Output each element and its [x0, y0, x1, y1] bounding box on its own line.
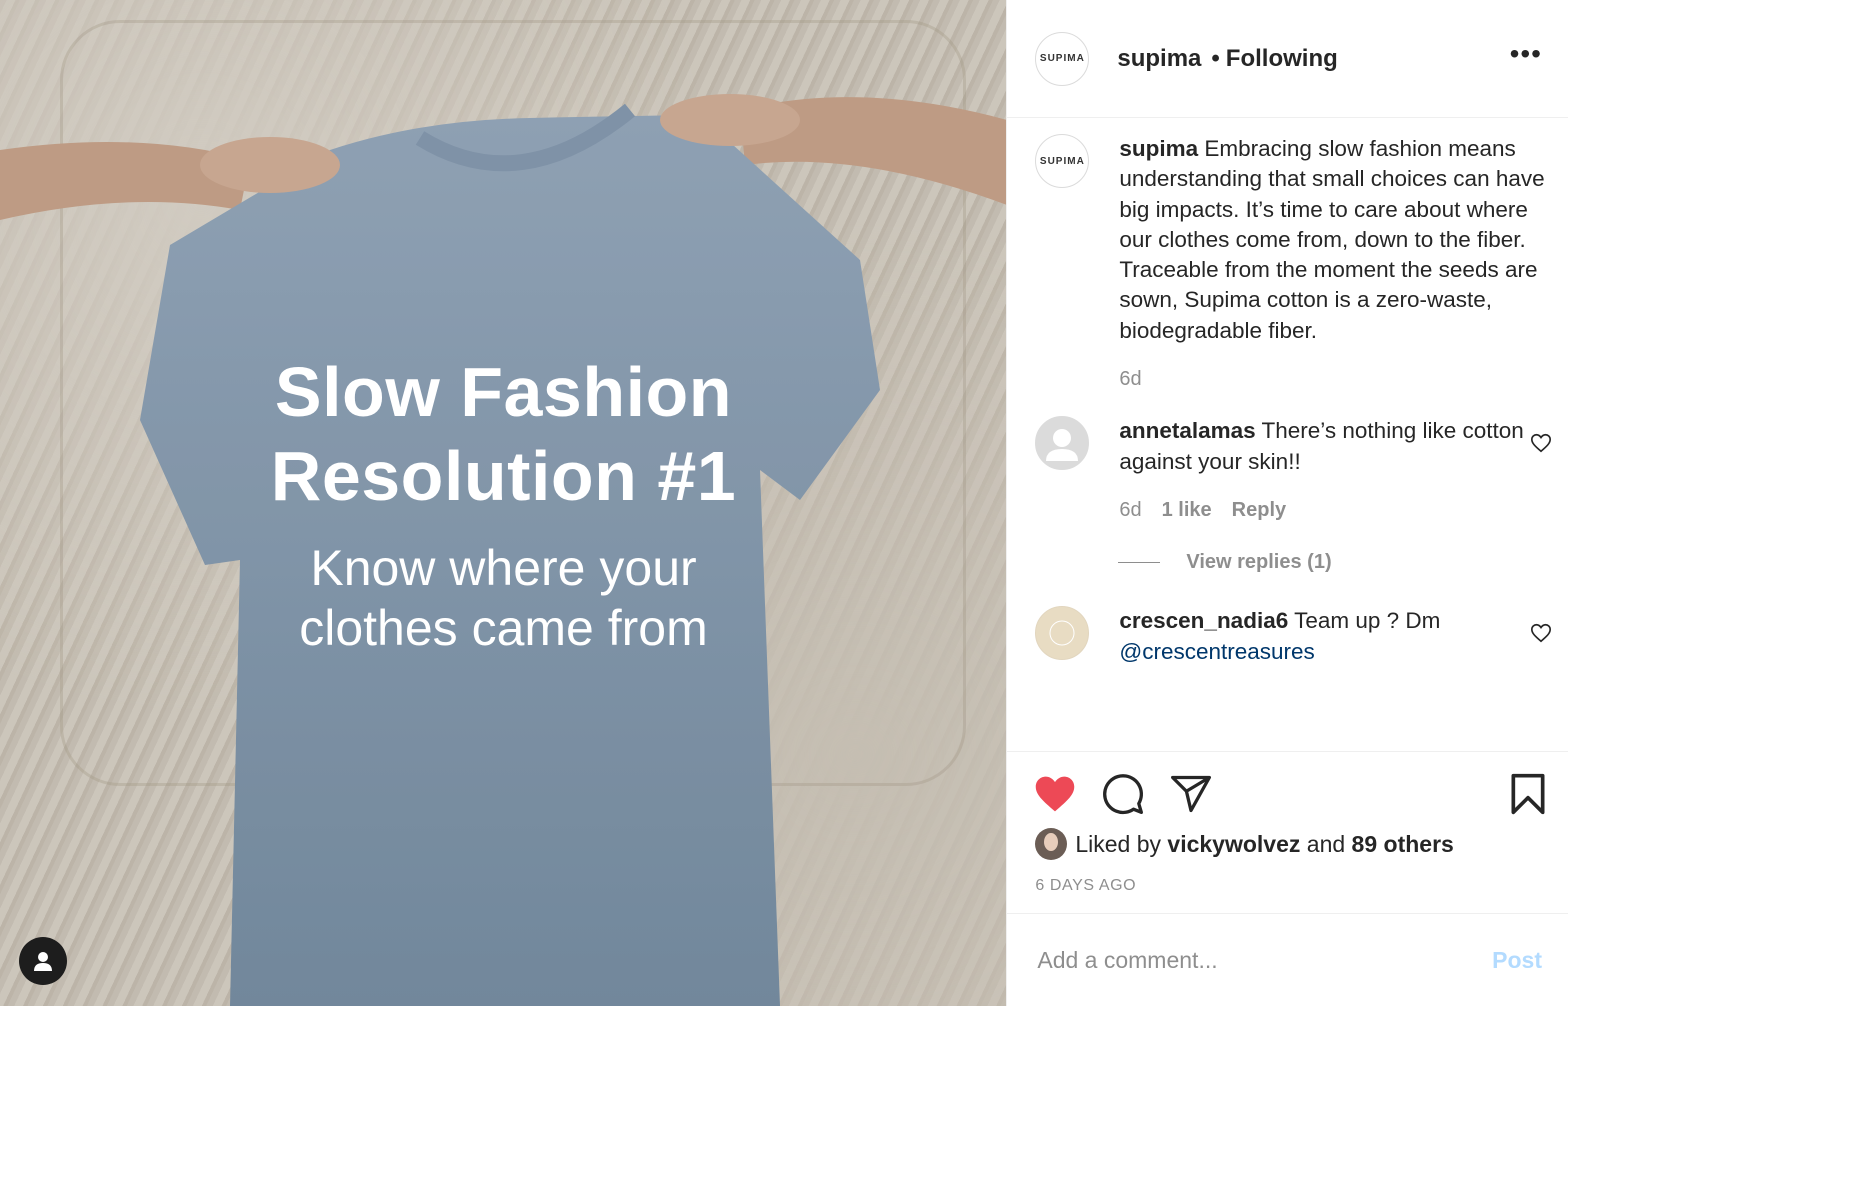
image-subheadline: Know where your clothes came from — [0, 538, 1006, 658]
supima-logo: SUPIMA — [1039, 155, 1085, 167]
replies-divider — [1118, 562, 1161, 564]
caption-text: supima Embracing slow fashion means unde… — [1119, 134, 1549, 346]
comment-likes[interactable]: 1 like — [1162, 495, 1212, 525]
comment-like-heart-icon[interactable] — [1530, 432, 1552, 454]
view-replies-label: View replies (1) — [1186, 551, 1332, 574]
comment-body: annetalamas There’s nothing like cotton … — [1119, 416, 1549, 525]
caption-age[interactable]: 6d — [1119, 364, 1141, 394]
caption-item: SUPIMA supima Embracing slow fashion mea… — [1007, 134, 1568, 394]
comment-text: crescen_nadia6 Team up ? Dm @crescentrea… — [1119, 606, 1549, 667]
liked-by: Liked by vickywolvez and 89 others — [1035, 828, 1454, 860]
crescent-logo-icon — [1049, 620, 1075, 646]
liked-prefix: Liked by — [1075, 830, 1168, 857]
liked-user[interactable]: vickywolvez — [1167, 831, 1300, 858]
share-icon[interactable] — [1169, 772, 1213, 816]
reply-button[interactable]: Reply — [1232, 495, 1286, 525]
default-avatar-icon — [1046, 429, 1079, 462]
caption-meta: 6d — [1119, 364, 1549, 394]
user-icon — [34, 952, 52, 971]
caption-username[interactable]: supima — [1119, 136, 1198, 161]
post-header: SUPIMA supima • Following ••• — [1007, 0, 1568, 118]
post-timestamp[interactable]: 6 DAYS AGO — [1035, 877, 1136, 895]
comment-like-heart-icon[interactable] — [1530, 622, 1552, 644]
author-avatar[interactable]: SUPIMA — [1035, 31, 1090, 86]
mention-link[interactable]: @crescentreasures — [1119, 639, 1314, 664]
headline-line-2: Resolution #1 — [270, 437, 737, 515]
comment-age[interactable]: 6d — [1119, 495, 1141, 525]
following-button[interactable]: Following — [1226, 45, 1338, 73]
commenter-avatar[interactable] — [1035, 416, 1090, 471]
comment-text: annetalamas There’s nothing like cotton … — [1119, 416, 1549, 477]
post-image[interactable]: Slow Fashion Resolution #1 Know where yo… — [0, 0, 1007, 1006]
post-side-panel: SUPIMA supima • Following ••• SUPIMA sup… — [1006, 0, 1568, 1006]
supima-logo: SUPIMA — [1039, 53, 1085, 64]
subheadline-line-2: clothes came from — [299, 600, 708, 656]
comment-meta: 6d 1 like Reply — [1119, 495, 1549, 525]
add-comment-bar: Post — [1007, 913, 1568, 1007]
liked-and: and — [1300, 830, 1352, 857]
comments-list[interactable]: SUPIMA supima Embracing slow fashion mea… — [1007, 118, 1568, 751]
comment-item: annetalamas There’s nothing like cotton … — [1007, 416, 1568, 525]
comment-username[interactable]: crescen_nadia6 — [1119, 608, 1288, 633]
commenter-avatar[interactable] — [1035, 606, 1090, 661]
comment-content: Team up ? Dm — [1288, 608, 1441, 634]
action-icons — [1033, 772, 1548, 818]
caption-body: supima Embracing slow fashion means unde… — [1119, 134, 1549, 394]
header-separator: • — [1211, 44, 1220, 72]
liked-others-link[interactable]: 89 others — [1352, 831, 1454, 858]
tagged-users-button[interactable] — [19, 937, 67, 985]
subheadline-line-1: Know where your — [310, 540, 697, 596]
comment-body: crescen_nadia6 Team up ? Dm @crescentrea… — [1119, 606, 1549, 667]
more-options-icon[interactable]: ••• — [1510, 40, 1542, 68]
post-comment-button[interactable]: Post — [1492, 947, 1542, 974]
post-actions: Liked by vickywolvez and 89 others 6 DAY… — [1007, 751, 1568, 914]
comment-icon[interactable] — [1101, 772, 1145, 816]
caption-avatar[interactable]: SUPIMA — [1035, 134, 1090, 188]
comment-input[interactable] — [1035, 946, 1460, 975]
image-headline: Slow Fashion Resolution #1 — [0, 350, 1006, 518]
liker-avatar[interactable] — [1035, 828, 1068, 860]
headline-line-1: Slow Fashion — [274, 353, 733, 431]
view-replies-button[interactable]: View replies (1) — [1118, 551, 1568, 574]
like-heart-icon[interactable] — [1033, 772, 1077, 816]
comment-item: crescen_nadia6 Team up ? Dm @crescentrea… — [1007, 606, 1568, 667]
comment-username[interactable]: annetalamas — [1119, 418, 1255, 443]
caption-content: Embracing slow fashion means understandi… — [1119, 136, 1545, 343]
save-bookmark-icon[interactable] — [1508, 772, 1548, 816]
author-username[interactable]: supima — [1117, 45, 1201, 73]
